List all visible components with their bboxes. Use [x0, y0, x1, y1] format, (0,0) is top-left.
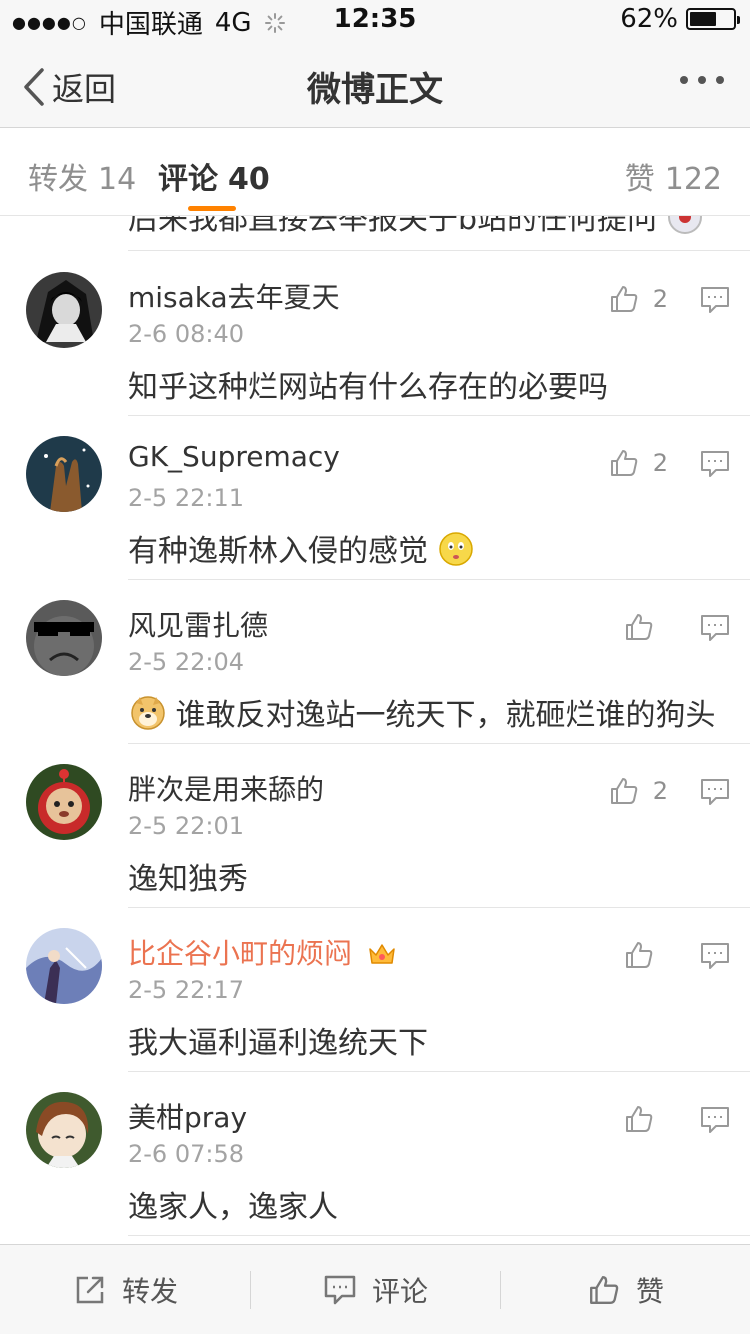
tab-reposts[interactable]: 转发 14	[28, 154, 136, 198]
comment-username[interactable]: 胖次是用来舔的	[128, 768, 324, 808]
comment-text: 谁敢反对逸站一统天下，就砸烂谁的狗头	[130, 690, 716, 734]
comment-button[interactable]: 评论	[324, 1245, 428, 1334]
reply-icon[interactable]	[700, 1106, 730, 1134]
like-button[interactable]	[624, 612, 668, 642]
comment-time: 2-6 07:58	[128, 1140, 244, 1168]
comment-time: 2-5 22:11	[128, 484, 244, 512]
comment-text: 知乎这种烂网站有什么存在的必要吗	[128, 370, 608, 405]
comment-username[interactable]: 美柑pray	[128, 1096, 247, 1136]
comment-item[interactable]: misaka去年夏天 2-6 08:40 知乎这种烂网站有什么存在的必要吗 2	[0, 252, 750, 416]
comment-item[interactable]: GK_Supremacy 2-5 22:11 有种逸斯林入侵的感觉 2	[0, 416, 750, 580]
like-post-button[interactable]: 赞	[588, 1245, 664, 1334]
comment-time: 2-6 08:40	[128, 320, 244, 348]
reply-icon[interactable]	[700, 778, 730, 806]
comment-username[interactable]: misaka去年夏天	[128, 276, 340, 316]
tab-comments-label: 评论	[158, 162, 218, 197]
like-button[interactable]	[624, 1104, 668, 1134]
comment-username[interactable]: 比企谷小町的烦闷	[128, 932, 397, 972]
tab-likes-count: 122	[664, 162, 722, 197]
comment-list[interactable]: 后来我都直接去举报关于b站的任何提问 misaka去年夏天 2-6 08:40 …	[0, 216, 750, 1244]
tab-bar: 转发 14 评论 40 赞 122	[0, 128, 750, 216]
tab-comments-count: 40	[228, 162, 270, 197]
bottom-action-bar: 转发 评论 赞	[0, 1244, 750, 1334]
battery-fill	[690, 12, 717, 26]
tab-comments[interactable]: 评论 40	[158, 154, 270, 198]
comment-username[interactable]: GK_Supremacy	[128, 440, 340, 473]
reply-icon[interactable]	[700, 286, 730, 314]
comment-icon	[324, 1275, 356, 1305]
active-tab-indicator	[188, 206, 236, 211]
comment-item[interactable]: 胖次是用来舔的 2-5 22:01 逸知独秀 2	[0, 744, 750, 908]
thumbs-up-icon	[590, 1276, 619, 1304]
doge-emoji-icon	[131, 696, 165, 730]
comment-username[interactable]: 风见雷扎德	[128, 604, 268, 644]
comment-time: 2-5 22:17	[128, 976, 244, 1004]
comment-time: 2-5 22:04	[128, 648, 244, 676]
comment-text: 我大逼利逼利逸统天下	[128, 1026, 428, 1061]
like-count: 2	[652, 777, 668, 805]
partial-comment-text: 后来我都直接去举报关于b站的任何提问	[128, 216, 703, 238]
like-button[interactable]: 2	[609, 284, 668, 314]
divider	[128, 1235, 750, 1236]
thumbs-up-icon	[610, 778, 637, 804]
status-bar: ●●●●○ 中国联通 4G 12:35 62%	[0, 0, 750, 40]
avatar[interactable]	[26, 1092, 102, 1168]
nav-bar: 返回 微博正文	[0, 40, 750, 128]
thumbs-up-icon	[626, 1106, 653, 1132]
partial-comment-body: 后来我都直接去举报关于b站的任何提问	[128, 216, 658, 237]
divider	[500, 1271, 501, 1309]
avatar[interactable]	[26, 436, 102, 512]
page-title: 微博正文	[307, 70, 443, 110]
comment-text: 逸知独秀	[128, 862, 248, 897]
comment-item[interactable]: 比企谷小町的烦闷 2-5 22:17 我大逼利逼利逸统天下	[0, 908, 750, 1072]
divider	[250, 1271, 251, 1309]
like-label: 赞	[636, 1275, 665, 1308]
divider	[128, 250, 750, 251]
avatar[interactable]	[26, 272, 102, 348]
avatar[interactable]	[26, 764, 102, 840]
battery-percent: 62%	[620, 4, 678, 34]
thumbs-up-icon	[610, 450, 637, 476]
like-count: 2	[652, 449, 668, 477]
more-icon[interactable]	[680, 76, 724, 84]
avatar[interactable]	[26, 928, 102, 1004]
avatar[interactable]	[26, 600, 102, 676]
like-button[interactable]: 2	[609, 448, 668, 478]
emoji-icon	[667, 216, 702, 234]
battery-icon	[686, 8, 740, 30]
reply-icon[interactable]	[700, 942, 730, 970]
thumbs-up-icon	[626, 614, 653, 640]
comment-text: 逸家人，逸家人	[128, 1190, 338, 1225]
comment-text: 有种逸斯林入侵的感觉	[128, 526, 474, 570]
repost-label: 转发	[122, 1275, 179, 1308]
thumbs-up-icon	[610, 286, 637, 312]
share-icon	[76, 1276, 104, 1304]
comment-username-text: 比企谷小町的烦闷	[128, 937, 353, 970]
comment-item[interactable]: 风见雷扎德 2-5 22:04 谁敢反对逸站一统天下，就砸烂谁的狗头	[0, 580, 750, 744]
like-button[interactable]: 2	[609, 776, 668, 806]
tab-likes-label: 赞	[624, 162, 655, 197]
comment-text-body: 谁敢反对逸站一统天下，就砸烂谁的狗头	[175, 698, 716, 733]
thinking-emoji-icon	[438, 532, 473, 566]
repost-button[interactable]: 转发	[74, 1245, 178, 1334]
thumbs-up-icon	[626, 942, 653, 968]
vip-crown-icon	[369, 944, 395, 964]
comment-time: 2-5 22:01	[128, 812, 244, 840]
reply-icon[interactable]	[700, 614, 730, 642]
like-count: 2	[652, 285, 668, 313]
comment-label: 评论	[372, 1275, 429, 1308]
tab-reposts-label: 转发	[28, 162, 88, 197]
comment-text-body: 有种逸斯林入侵的感觉	[128, 534, 428, 569]
reply-icon[interactable]	[700, 450, 730, 478]
tab-reposts-count: 14	[98, 162, 137, 197]
tab-likes[interactable]: 赞 122	[625, 154, 722, 198]
like-button[interactable]	[624, 940, 668, 970]
comment-item[interactable]: 美柑pray 2-6 07:58 逸家人，逸家人	[0, 1072, 750, 1236]
